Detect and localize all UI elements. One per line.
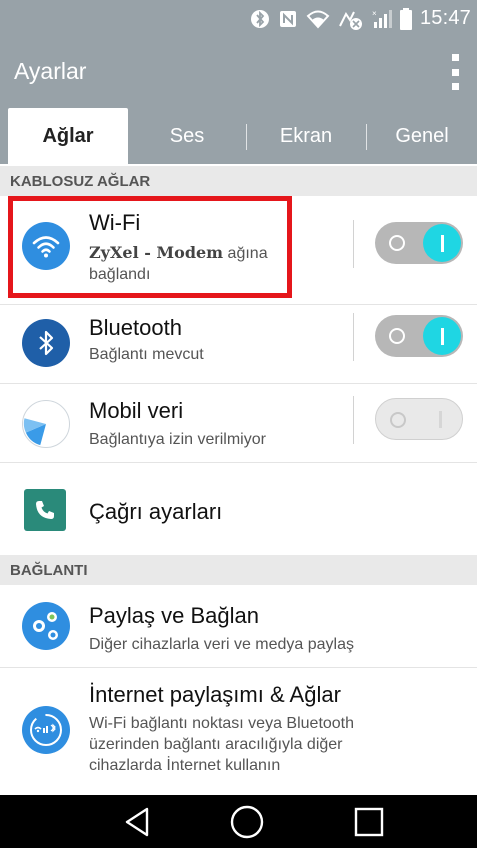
app-bar: Ayarlar — [0, 40, 477, 108]
call-settings-title: Çağrı ayarları — [89, 499, 223, 524]
share-connect-icon — [22, 602, 70, 650]
tab-ekran[interactable]: Ekran — [247, 108, 365, 164]
bluetooth-row[interactable]: Bluetooth Bağlantı mevcut — [0, 305, 477, 383]
mobile-data-icon — [22, 400, 70, 448]
divider — [353, 396, 354, 444]
tethering-icon — [22, 706, 70, 754]
bluetooth-icon — [22, 319, 70, 367]
bluetooth-title: Bluetooth — [89, 315, 182, 340]
tethering-subtitle-line3: cihazlarda İnternet kullanın — [89, 757, 281, 774]
wifi-toggle[interactable] — [375, 222, 463, 264]
status-time: 15:47 — [419, 7, 471, 29]
wifi-highlight-box — [8, 196, 292, 298]
back-icon[interactable] — [98, 795, 178, 848]
tab-aglar[interactable]: Ağlar — [8, 108, 128, 164]
data-saver-icon — [338, 8, 362, 30]
tethering-subtitle-line2: üzerinden bağlantı aracılığıyla diğer — [89, 736, 343, 753]
phone-icon — [24, 489, 66, 531]
share-connect-row[interactable]: Paylaş ve Bağlan Diğer cihazlarla veri v… — [0, 585, 477, 667]
page-title: Ayarlar — [14, 58, 87, 84]
nfc-icon — [278, 9, 298, 29]
divider — [353, 220, 354, 268]
overflow-menu-icon[interactable] — [449, 54, 461, 90]
tethering-subtitle-line1: Wi-Fi bağlantı noktası veya Bluetooth — [89, 715, 355, 732]
share-connect-title: Paylaş ve Bağlan — [89, 603, 259, 628]
section-header-connection: BAĞLANTI — [0, 555, 477, 585]
section-header-wireless: KABLOSUZ AĞLAR — [0, 166, 477, 196]
tethering-row[interactable]: İnternet paylaşımı & Ağlar Wi-Fi bağlant… — [0, 668, 477, 792]
mobile-data-toggle[interactable] — [375, 398, 463, 440]
bluetooth-status-icon — [250, 9, 270, 29]
tab-bar: Ağlar Ses Ekran Genel — [0, 108, 477, 164]
bluetooth-subtitle: Bağlantı mevcut — [89, 346, 204, 363]
status-icons: × 15:47 — [250, 7, 471, 30]
divider — [353, 313, 354, 361]
mobile-data-subtitle: Bağlantıya izin verilmiyor — [89, 431, 266, 448]
tethering-title: İnternet paylaşımı & Ağlar — [89, 682, 341, 707]
home-icon[interactable] — [207, 795, 287, 848]
bluetooth-toggle[interactable] — [375, 315, 463, 357]
recents-icon[interactable] — [329, 795, 409, 848]
settings-screen: × 15:47 Ayarlar Ağlar Ses Ekran Genel KA… — [0, 0, 477, 848]
status-bar: × 15:47 — [0, 0, 477, 40]
mobile-data-row[interactable]: Mobil veri Bağlantıya izin verilmiyor — [0, 384, 477, 462]
mobile-data-title: Mobil veri — [89, 398, 184, 423]
navigation-bar — [0, 795, 477, 848]
battery-icon — [399, 7, 412, 30]
tab-ses[interactable]: Ses — [128, 108, 246, 164]
wifi-status-icon — [306, 9, 330, 29]
share-connect-subtitle: Diğer cihazlarla veri ve medya paylaş — [89, 636, 354, 653]
call-settings-row[interactable]: Çağrı ayarları — [0, 463, 477, 555]
svg-text:×: × — [372, 9, 377, 18]
signal-icon: × — [370, 8, 392, 30]
tab-genel[interactable]: Genel — [367, 108, 477, 164]
